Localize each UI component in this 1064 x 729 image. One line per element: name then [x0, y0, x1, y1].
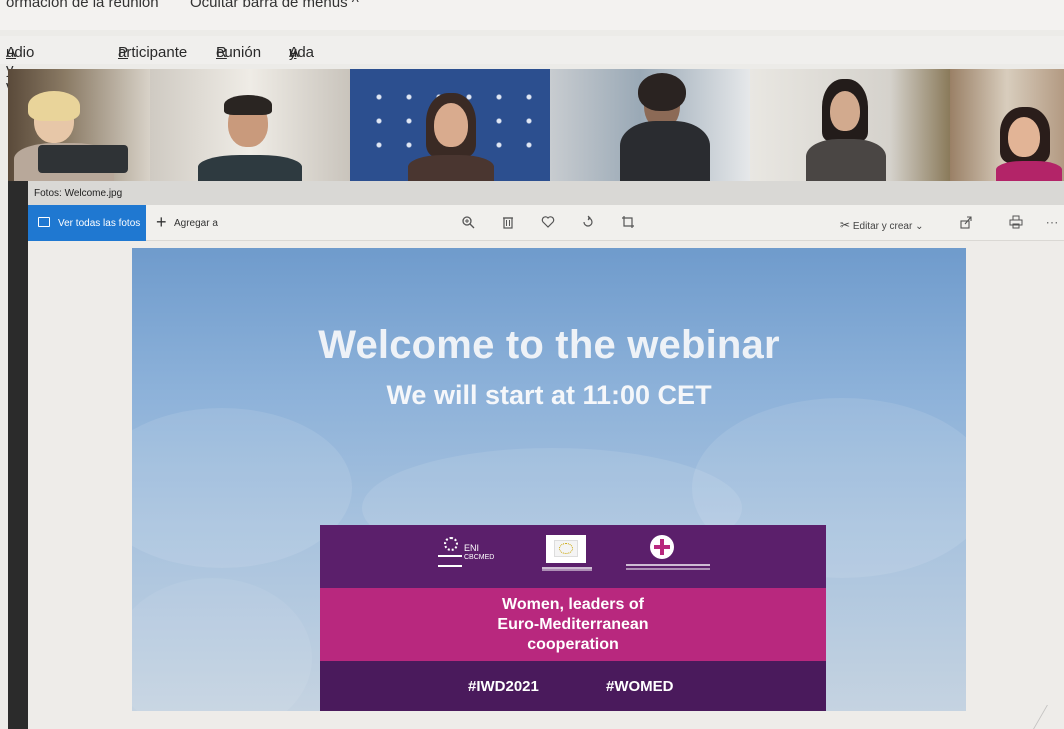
- hide-menubar-button[interactable]: Ocultar barra de menús ^: [190, 0, 359, 11]
- photos-icon: [38, 217, 50, 227]
- eni-cbcmed-logo: ENI CBCMED: [438, 537, 518, 573]
- add-to-label: Agregar a: [174, 218, 218, 229]
- banner-line: cooperation: [527, 636, 619, 653]
- delete-icon[interactable]: [500, 215, 516, 231]
- eu-logo-caption: [542, 567, 592, 571]
- edit-create-label: Editar y crear: [852, 221, 913, 232]
- eu-flag-logo: [546, 535, 586, 563]
- slide-image: Welcome to the webinar We will start at …: [132, 248, 966, 711]
- cross-bar: [654, 545, 670, 549]
- scissors-icon: ✂: [840, 218, 851, 232]
- chevron-down-icon: ⌄: [915, 221, 924, 232]
- banner-title: Women, leaders of Euro-Mediterranean coo…: [320, 595, 826, 655]
- see-all-photos-label: Ver todas las fotos: [58, 218, 141, 229]
- menu-help-rest: uda: [289, 44, 315, 61]
- hashtag-womed: #WOMED: [606, 678, 674, 695]
- slide-subtitle: We will start at 11:00 CET: [386, 380, 712, 410]
- menu-meeting-rest: eunión: [216, 44, 262, 61]
- sardinia-logo-caption: [626, 564, 710, 570]
- program-banner: ENI CBCMED Women, leaders of Euro-Medite…: [320, 525, 826, 711]
- banner-hashtags-strip: [320, 661, 826, 711]
- participant-video-tile[interactable]: [150, 69, 350, 181]
- banner-line: Euro-Mediterranean: [497, 616, 649, 633]
- screen: ormación de la reunión Ocultar barra de …: [0, 0, 1064, 729]
- menu-participant-rest: articipante: [118, 44, 188, 61]
- rotate-icon[interactable]: [580, 215, 596, 231]
- participant-video-tile[interactable]: [950, 69, 1064, 181]
- more-options-icon[interactable]: ⋯: [1044, 215, 1060, 231]
- hashtag-iwd2021: #IWD2021: [468, 678, 539, 695]
- photos-titlebar: Fotos: Welcome.jpg: [8, 181, 1064, 205]
- favorite-icon[interactable]: [540, 215, 556, 231]
- see-all-photos-button[interactable]: Ver todas las fotos: [28, 205, 146, 241]
- banner-line: Women, leaders of: [502, 596, 644, 613]
- participant-video-tile[interactable]: [350, 69, 550, 181]
- eu-stars-icon: [559, 543, 573, 554]
- cbcmed-logo-text: CBCMED: [464, 554, 495, 561]
- meeting-info-link[interactable]: ormación de la reunión: [6, 0, 159, 11]
- photos-toolbar: Ver todas las fotos + Agregar a ✂ Editar…: [28, 205, 1064, 241]
- zoom-icon[interactable]: [460, 215, 476, 231]
- slide-title: Welcome to the webinar: [318, 323, 780, 367]
- plus-icon: +: [156, 212, 167, 232]
- meeting-header: ormación de la reunión Ocultar barra de …: [0, 0, 1064, 30]
- menu-bar: Audio y vídeo Participante Reunión Ayuda: [0, 36, 1064, 95]
- edit-create-button[interactable]: ✂ Editar y crear ⌄: [840, 218, 923, 232]
- participant-video-tile[interactable]: [750, 69, 950, 181]
- sardinia-region-logo: [650, 535, 674, 559]
- print-icon[interactable]: [1008, 215, 1024, 231]
- window-left-edge: [8, 181, 28, 729]
- waves-icon: [438, 555, 462, 567]
- participant-video-tile[interactable]: [550, 69, 750, 181]
- window-title: Fotos: Welcome.jpg: [34, 188, 123, 199]
- participant-video-tile[interactable]: [8, 69, 150, 181]
- share-icon[interactable]: [958, 215, 974, 231]
- sun-icon: [444, 537, 458, 551]
- participant-video-strip: [8, 69, 1064, 181]
- crop-icon[interactable]: [620, 215, 636, 231]
- eni-logo-text: ENI: [464, 543, 480, 553]
